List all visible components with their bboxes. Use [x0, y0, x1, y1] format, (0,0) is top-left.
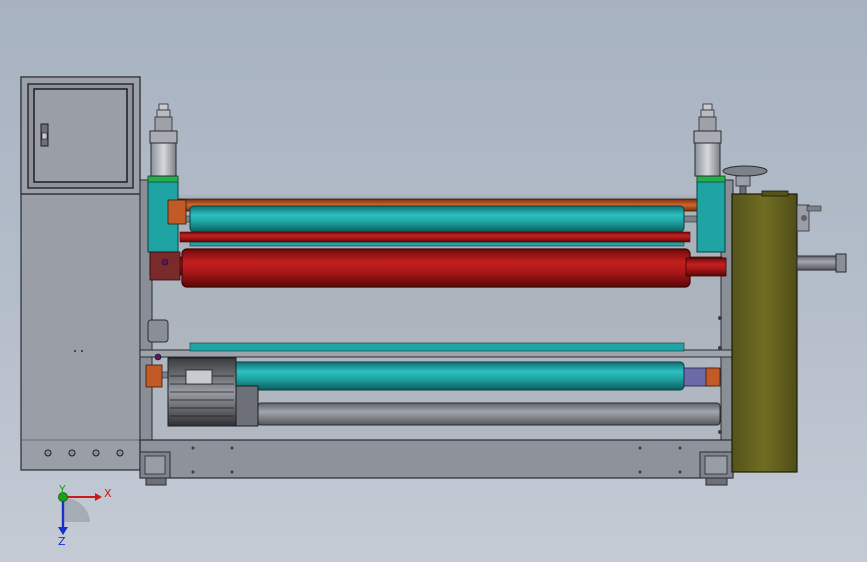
gearbox-housing	[731, 190, 822, 473]
machine-drawing: X Y Z	[20, 76, 847, 548]
y-axis-label: Y	[58, 483, 66, 496]
red-thin-roller	[179, 231, 691, 243]
cabinet-door-handle[interactable]	[40, 123, 49, 147]
red-main-roller	[149, 248, 723, 288]
teal-top-roller	[149, 205, 701, 233]
z-axis-label: Z	[58, 535, 66, 548]
x-axis-label: X	[104, 487, 112, 500]
control-cabinet	[20, 76, 141, 471]
right-pneumatic-cylinder	[693, 103, 722, 177]
left-coupling	[145, 364, 163, 388]
teal-strip	[189, 241, 685, 247]
cad-viewport[interactable]: X Y Z	[0, 0, 867, 562]
output-shaft	[796, 253, 847, 273]
left-pneumatic-cylinder	[149, 103, 178, 177]
teal-lower-strip	[189, 342, 685, 352]
gray-lower-roller	[257, 402, 721, 426]
axis-triad: X Y Z	[58, 483, 112, 548]
